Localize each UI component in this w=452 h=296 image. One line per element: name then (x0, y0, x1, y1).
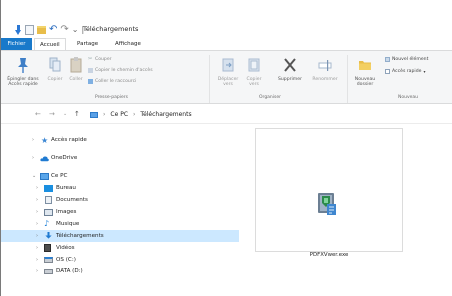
copy-to-button[interactable]: Copier vers (242, 56, 266, 87)
new-item-button[interactable]: Nouvel élément (385, 57, 428, 62)
ribbon-separator (347, 55, 348, 103)
dropdown-arrow-icon: ▾ (423, 69, 426, 74)
cloud-icon (40, 156, 49, 162)
installer-icon[interactable] (315, 191, 339, 217)
file-name[interactable]: PDFXVwer.exe (255, 252, 403, 258)
new-folder-button[interactable]: Nouveau dossier (350, 56, 380, 87)
quick-access-dropdown[interactable]: Accès rapide ▾ (385, 69, 425, 74)
quick-access-toolbar: ↶ ↷ ⌄ | (15, 24, 84, 36)
rename-button[interactable]: Renommer (310, 56, 340, 82)
download-arrow-icon (15, 25, 22, 35)
pin-quick-access-button[interactable]: Épingler dans Accès rapide (3, 56, 43, 87)
clipboard-group-label: Presse-papiers (95, 95, 128, 100)
star-icon: ★ (41, 135, 49, 145)
title-bar: ↶ ↷ ⌄ | Téléchargements (1, 0, 452, 36)
up-button[interactable]: ↑ (74, 110, 80, 118)
drive-icon (44, 257, 53, 263)
explorer-window: ↶ ↷ ⌄ | Téléchargements Fichier Accueil … (0, 0, 452, 296)
breadcrumb[interactable]: › Ce PC › Téléchargements (90, 111, 192, 118)
ribbon-tabs: Fichier Accueil Partage Affichage (1, 38, 452, 50)
address-row: ← → ⌄ ↑ › Ce PC › Téléchargements (1, 104, 452, 124)
nav-item-desktop[interactable]: › Bureau (1, 182, 239, 194)
videos-icon (44, 244, 51, 252)
new-group-label: Nouveau (398, 95, 419, 100)
nav-item-documents[interactable]: › Documents (1, 194, 239, 206)
tab-home[interactable]: Accueil (34, 38, 66, 50)
nav-item-downloads[interactable]: › Téléchargements (1, 230, 239, 242)
nav-item-onedrive[interactable]: › OneDrive (1, 152, 239, 164)
tab-view[interactable]: Affichage (115, 38, 141, 50)
documents-icon (45, 196, 52, 204)
computer-icon (40, 173, 49, 180)
paste-icon (70, 57, 82, 73)
new-folder-icon[interactable] (37, 26, 46, 34)
window-title: Téléchargements (83, 25, 139, 33)
undo-icon[interactable]: ↶ (49, 25, 57, 35)
copy-path-button[interactable]: Copier le chemin d'accès (88, 68, 153, 73)
rename-icon (318, 60, 332, 71)
properties-icon[interactable] (25, 25, 34, 35)
back-button[interactable]: ← (35, 110, 41, 118)
tab-share[interactable]: Partage (77, 38, 98, 50)
organize-group-label: Organiser (259, 95, 281, 100)
navigation-pane: › ★ Accès rapide › OneDrive ⌄ Ce PC › Bu… (1, 124, 239, 296)
move-to-button[interactable]: Déplacer vers (216, 56, 240, 87)
paste-button[interactable]: Coller (66, 56, 86, 82)
scissors-icon: ✂ (88, 56, 93, 62)
cut-button[interactable]: ✂ Couper (88, 56, 112, 63)
drive-icon (44, 269, 53, 274)
breadcrumb-this-pc[interactable]: Ce PC (110, 111, 128, 118)
nav-item-music[interactable]: › ♪ Musique (1, 218, 239, 230)
breadcrumb-downloads[interactable]: Téléchargements (140, 111, 191, 118)
copy-button[interactable]: Copier (45, 56, 65, 82)
copy-path-icon (88, 68, 93, 73)
delete-button[interactable]: Supprimer (272, 56, 308, 82)
music-icon: ♪ (44, 219, 50, 228)
pin-icon (18, 58, 28, 73)
ribbon: Épingler dans Accès rapide Copier Coller… (1, 50, 452, 104)
file-tile[interactable] (255, 128, 403, 252)
recent-locations-button[interactable]: ⌄ (63, 110, 67, 118)
move-to-icon (222, 58, 234, 72)
copy-icon (49, 57, 61, 72)
nav-item-pictures[interactable]: › Images (1, 206, 239, 218)
nav-item-this-pc[interactable]: ⌄ Ce PC (1, 170, 239, 182)
desktop-icon (44, 185, 53, 192)
nav-item-drive-d[interactable]: › DATA (D:) (1, 266, 239, 276)
quick-access-icon (385, 69, 390, 74)
ribbon-separator (209, 55, 210, 103)
forward-button[interactable]: → (49, 110, 55, 118)
paste-shortcut-button[interactable]: Coller le raccourci (88, 79, 136, 84)
copy-to-icon (248, 58, 260, 72)
paste-shortcut-icon (88, 79, 93, 84)
delete-icon (284, 58, 296, 72)
redo-icon[interactable]: ↷ (60, 25, 68, 35)
pictures-icon (44, 209, 53, 216)
nav-item-videos[interactable]: › Vidéos (1, 242, 239, 254)
nav-item-quick-access[interactable]: › ★ Accès rapide (1, 134, 239, 146)
new-item-icon (385, 57, 390, 62)
folder-icon (359, 61, 371, 70)
downloads-icon (45, 232, 52, 239)
customize-toolbar-icon[interactable]: ⌄ (72, 25, 79, 35)
tab-file[interactable]: Fichier (1, 38, 32, 50)
nav-item-drive-c[interactable]: › OS (C:) (1, 254, 239, 266)
computer-icon (90, 111, 98, 118)
